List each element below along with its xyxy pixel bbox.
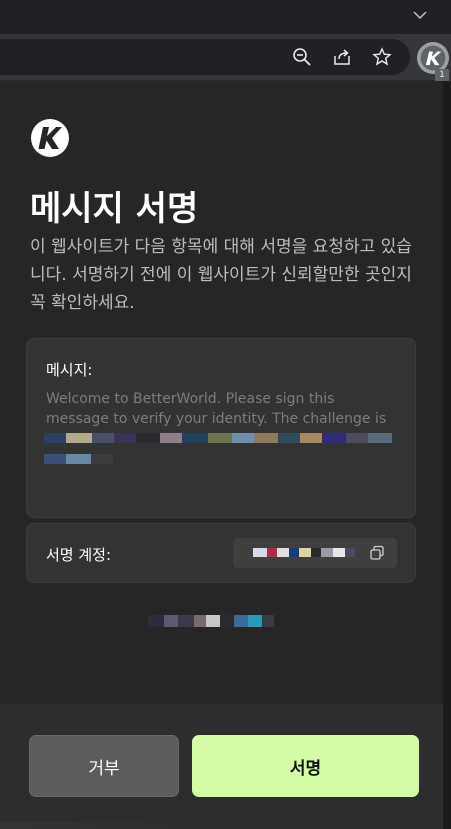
- window-edge: [443, 81, 451, 829]
- redacted-challenge-line-2: [44, 454, 113, 464]
- message-label: 메시지:: [46, 361, 93, 379]
- account-address-chip[interactable]: [233, 538, 397, 568]
- chevron-down-icon[interactable]: [409, 4, 431, 26]
- wallet-extension-icon[interactable]: 1: [417, 42, 449, 82]
- wallet-logo-icon: [30, 118, 70, 158]
- tab-strip: [0, 0, 451, 34]
- signing-account-card: 서명 계정:: [26, 523, 416, 583]
- redacted-challenge-line-1: [44, 433, 392, 443]
- signing-account-label: 서명 계정:: [46, 546, 112, 564]
- sign-button[interactable]: 서명: [192, 735, 419, 797]
- share-icon[interactable]: [331, 46, 353, 68]
- message-text: Welcome to BetterWorld. Please sign this…: [46, 391, 387, 427]
- background-page-glimpse: [0, 822, 220, 829]
- copy-icon[interactable]: [369, 545, 385, 561]
- browser-window: 1 메시지 서명 이 웹사이트가 다음 항목에 대해 서명을 요청하고 있습니다…: [0, 0, 451, 829]
- page-title: 메시지 서명: [30, 189, 199, 229]
- browser-toolbar: 1: [0, 34, 451, 82]
- redacted-account-address: [253, 548, 355, 557]
- zoom-out-icon[interactable]: [291, 46, 313, 68]
- redacted-origin: [148, 615, 274, 627]
- page-description: 이 웹사이트가 다음 항목에 대해 서명을 요청하고 있습니다. 서명하기 전에…: [30, 237, 412, 313]
- sign-message-popup: 메시지 서명 이 웹사이트가 다음 항목에 대해 서명을 요청하고 있습니다. …: [0, 81, 443, 829]
- wallet-logo-small-icon: [420, 45, 446, 71]
- action-footer: 거부 서명: [0, 704, 443, 829]
- star-icon[interactable]: [371, 46, 393, 68]
- message-card: 메시지: Welcome to BetterWorld. Please sign…: [26, 338, 416, 518]
- reject-button[interactable]: 거부: [29, 735, 179, 797]
